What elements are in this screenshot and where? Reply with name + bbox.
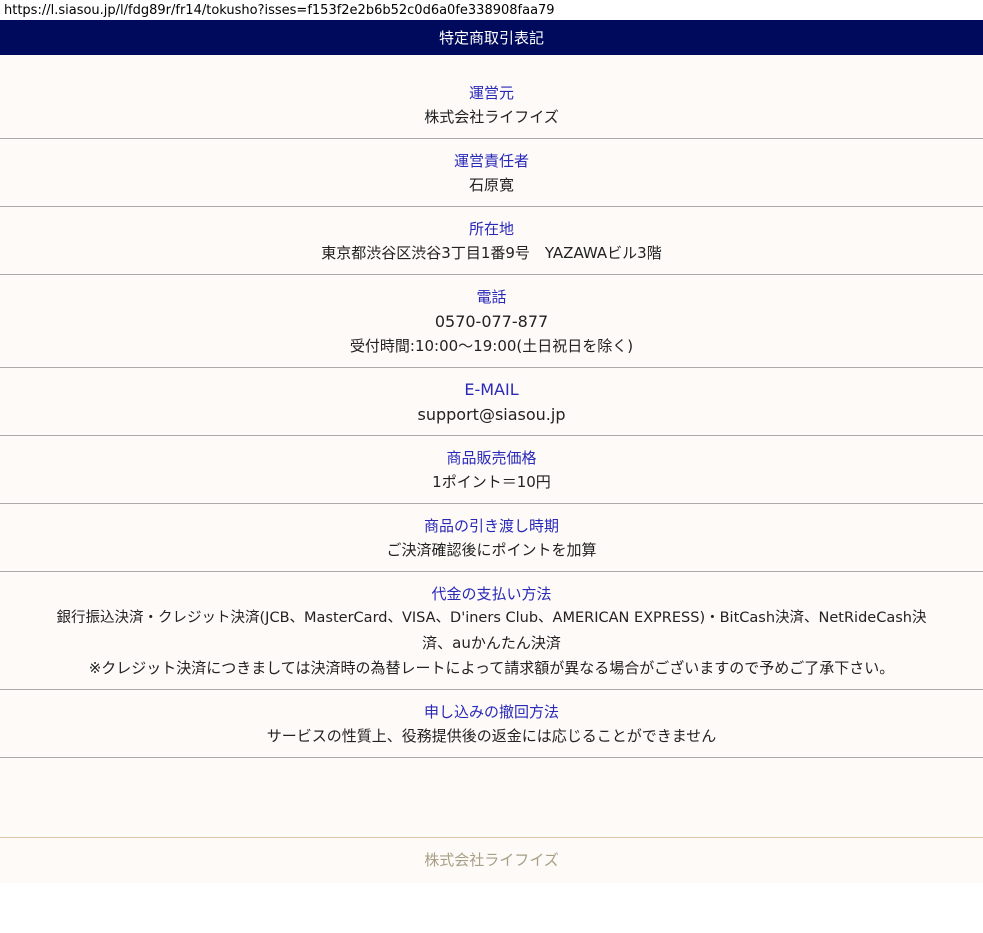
section-payment: 代金の支払い方法 銀行振込決済・クレジット決済(JCB、MasterCard、V… bbox=[0, 572, 983, 690]
email-link[interactable]: support@siasou.jp bbox=[0, 402, 983, 427]
section-label: 申し込みの撤回方法 bbox=[423, 703, 559, 721]
address-bar[interactable]: https://l.siasou.jp/l/fdg89r/fr14/tokush… bbox=[0, 0, 983, 20]
section-label: 代金の支払い方法 bbox=[431, 585, 552, 603]
payment-methods-line-2: 済、auかんたん決済 bbox=[422, 634, 561, 652]
legal-notice-content: 運営元 株式会社ライフイズ 運営責任者 石原寛 所在地 東京都渋谷区渋谷3丁目1… bbox=[0, 55, 983, 883]
section-email: E-MAIL support@siasou.jp bbox=[0, 368, 983, 436]
section-address: 所在地 東京都渋谷区渋谷3丁目1番9号 YAZAWAビル3階 bbox=[0, 207, 983, 275]
section-label: 電話 bbox=[476, 288, 507, 306]
phone-hours: 受付時間:10:00～19:00(土日祝日を除く) bbox=[349, 337, 634, 355]
section-label: 商品販売価格 bbox=[446, 449, 537, 467]
payment-methods-line-1: 銀行振込決済・クレジット決済(JCB、MasterCard、VISA、D'ine… bbox=[56, 610, 927, 626]
section-label: E-MAIL bbox=[464, 380, 519, 399]
section-value: サービスの性質上、役務提供後の返金には応じることができません bbox=[266, 727, 717, 745]
section-phone: 電話 0570-077-877 受付時間:10:00～19:00(土日祝日を除く… bbox=[0, 275, 983, 368]
page-title: 特定商取引表記 bbox=[0, 20, 983, 55]
section-cancellation: 申し込みの撤回方法 サービスの性質上、役務提供後の返金には応じることができません bbox=[0, 690, 983, 758]
section-label: 所在地 bbox=[468, 220, 514, 238]
section-value: 株式会社ライフイズ bbox=[424, 108, 559, 126]
section-label: 運営責任者 bbox=[453, 152, 529, 170]
section-value: ご決済確認後にポイントを加算 bbox=[386, 541, 597, 559]
payment-note: ※クレジット決済につきましては決済時の為替レートによって請求額が異なる場合がござ… bbox=[88, 659, 895, 677]
footer-divider bbox=[0, 837, 983, 838]
section-value: 東京都渋谷区渋谷3丁目1番9号 YAZAWAビル3階 bbox=[321, 244, 662, 262]
section-label: 商品の引き渡し時期 bbox=[423, 517, 559, 535]
section-value: 石原寛 bbox=[468, 176, 514, 194]
section-operator: 運営元 株式会社ライフイズ bbox=[0, 55, 983, 139]
phone-number[interactable]: 0570-077-877 bbox=[0, 309, 983, 334]
section-value: 1ポイント＝10円 bbox=[432, 473, 551, 491]
section-delivery: 商品の引き渡し時期 ご決済確認後にポイントを加算 bbox=[0, 504, 983, 572]
footer-company: 株式会社ライフイズ bbox=[424, 851, 559, 869]
section-manager: 運営責任者 石原寛 bbox=[0, 139, 983, 207]
section-label: 運営元 bbox=[468, 84, 514, 102]
section-price: 商品販売価格 1ポイント＝10円 bbox=[0, 436, 983, 504]
